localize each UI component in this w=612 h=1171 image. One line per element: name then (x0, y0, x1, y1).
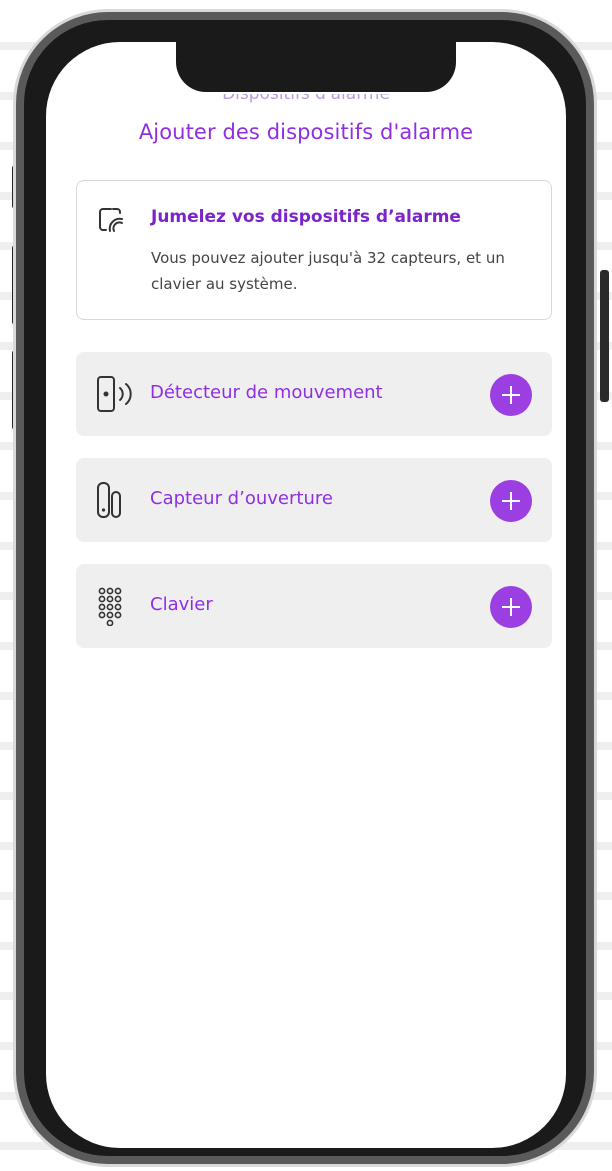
info-card-text: Vous pouvez ajouter jusqu'à 32 capteurs,… (151, 249, 505, 293)
add-motion-detector-button[interactable] (490, 374, 532, 416)
device-label: Détecteur de mouvement (150, 382, 383, 403)
info-card: Jumelez vos dispositifs d’alarme Vous po… (76, 180, 552, 320)
scrolled-title: Dispositifs d'alarme (222, 94, 390, 104)
device-row-door-sensor[interactable]: Capteur d’ouverture (76, 458, 552, 542)
door-sensor-icon (97, 482, 121, 518)
phone-notch (176, 42, 456, 92)
device-row-motion-detector[interactable]: Détecteur de mouvement (76, 352, 552, 436)
device-label: Capteur d’ouverture (150, 488, 333, 509)
motion-detector-icon (97, 376, 132, 412)
device-row-keypad[interactable]: Clavier (76, 564, 552, 648)
side-button-power (600, 270, 609, 402)
pairing-icon (99, 208, 123, 232)
device-label: Clavier (150, 594, 213, 615)
add-keypad-button[interactable] (490, 586, 532, 628)
page-title: Ajouter des dispositifs d'alarme (138, 120, 474, 144)
info-card-title: Jumelez vos dispositifs d’alarme (151, 207, 461, 227)
phone-screen: Dispositifs d'alarme Ajouter des disposi… (46, 42, 566, 1148)
keypad-icon (98, 587, 122, 626)
add-door-sensor-button[interactable] (490, 480, 532, 522)
